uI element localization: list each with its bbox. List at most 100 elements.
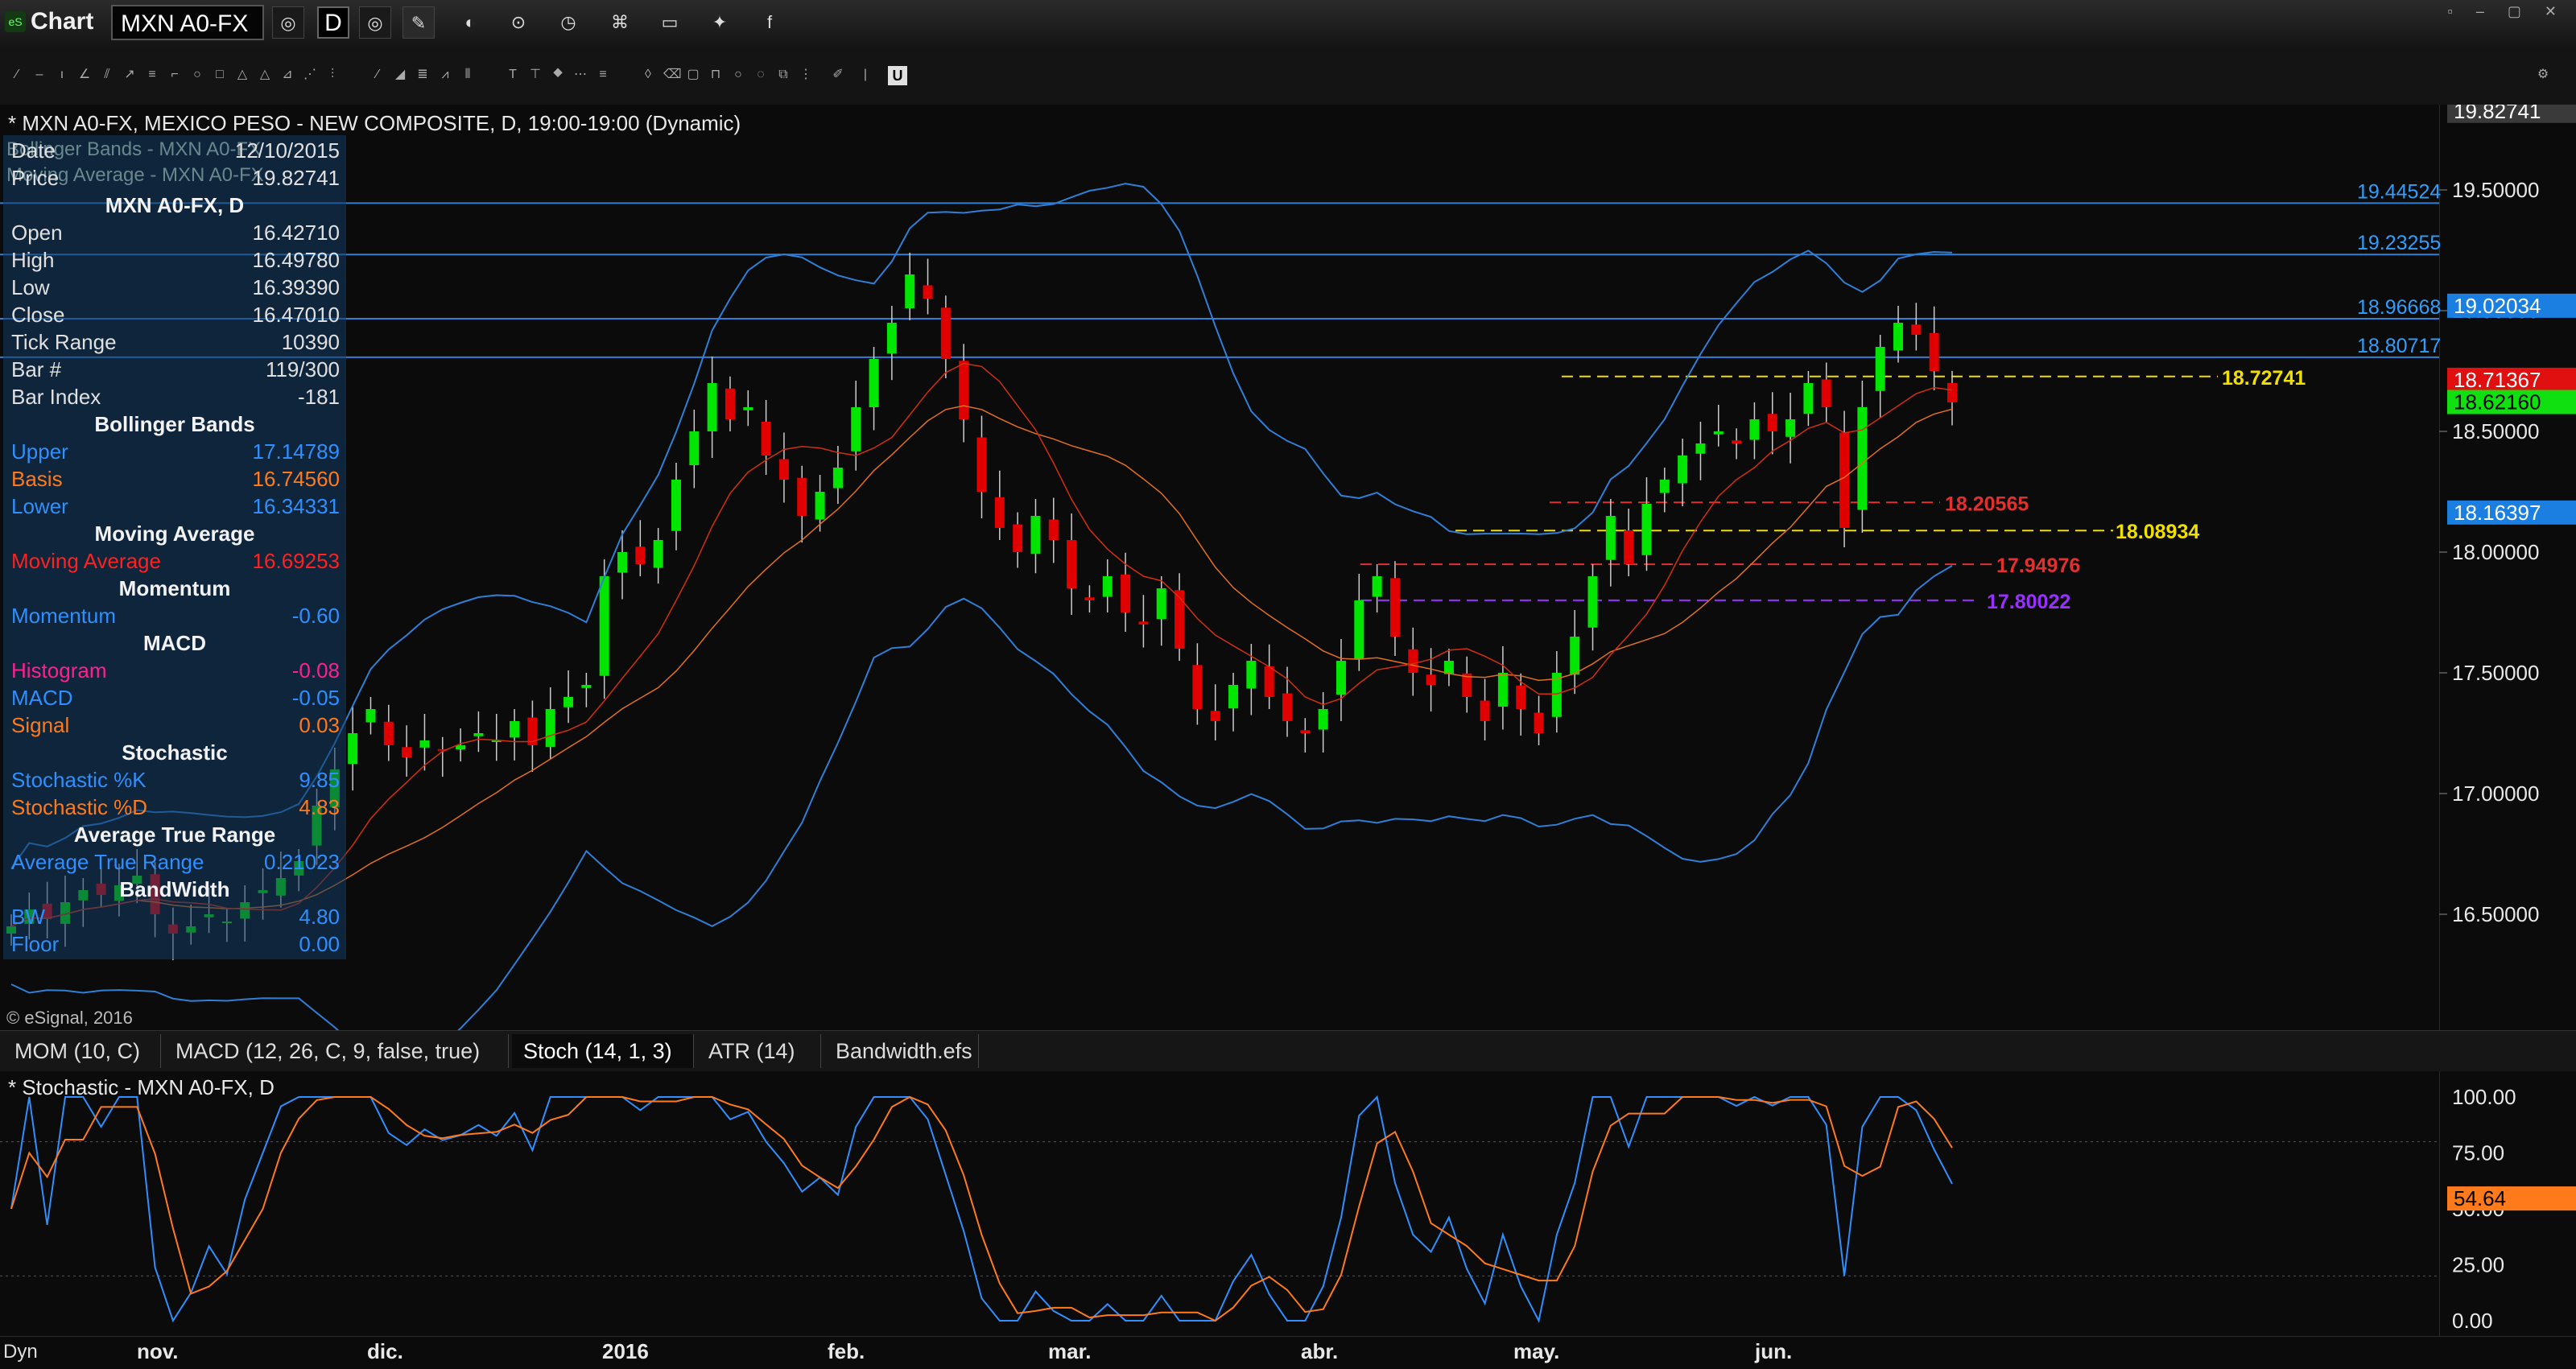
facebook-icon[interactable]: f	[753, 6, 786, 39]
regression-tool-icon[interactable]: ≣	[415, 68, 430, 82]
lock-drawing-icon[interactable]: U	[888, 66, 907, 85]
candle-body	[1013, 524, 1023, 552]
stoch-d-line	[10, 1095, 1953, 1322]
candle-body	[1839, 432, 1850, 528]
dw-section-bw: BandWidth	[119, 877, 230, 901]
cursor-icon[interactable]: ◐	[454, 6, 486, 39]
window-controls[interactable]: ▫ – ▢ ✕	[2448, 3, 2566, 20]
dw-signal: Signal 0.03	[11, 713, 340, 737]
draw-pencil-icon[interactable]: ✎	[402, 6, 435, 39]
dw-section-mom: Momentum	[118, 576, 231, 600]
ellipse-tool-icon[interactable]: ○	[190, 68, 204, 82]
group-tool-icon[interactable]: ◌	[753, 68, 768, 82]
ray-tool-icon[interactable]: ⌐	[167, 68, 182, 82]
candle-body	[1264, 666, 1274, 697]
symbol-link-icon[interactable]: ◎	[272, 6, 304, 39]
dw-histogram: Histogram -0.08	[11, 658, 340, 682]
eraser-tool-icon[interactable]: ⌫	[663, 68, 682, 82]
clone-tool-icon[interactable]: ⧉	[776, 68, 791, 82]
price-tag-last: 18.62160	[2454, 390, 2541, 414]
cycle-tool-icon[interactable]: ⫶	[325, 68, 340, 82]
settings-icon[interactable]: ⚙	[2536, 68, 2550, 82]
price-tick-label: 18.50000	[2452, 419, 2539, 443]
candle-body	[1767, 414, 1777, 431]
price-tag-bb-lower: 18.16397	[2454, 501, 2541, 525]
circle-tool-icon[interactable]: ○	[731, 68, 745, 82]
pitch-tool-icon[interactable]: △	[235, 68, 250, 82]
interval-input[interactable]: D	[317, 6, 349, 39]
twitter-icon[interactable]: ✦	[704, 6, 736, 39]
fibext-tool-icon[interactable]: ⋯	[573, 68, 588, 82]
candle-body	[1121, 574, 1131, 612]
candle-body	[1318, 709, 1328, 730]
candle-body	[797, 477, 807, 516]
copyright: © eSignal, 2016	[6, 1008, 133, 1028]
brush-tool-icon[interactable]: ◊	[641, 68, 655, 82]
props-tool-icon[interactable]: ⋮	[799, 68, 813, 82]
price-tag-bb-upper: 19.02034	[2454, 294, 2541, 318]
stoch-tick-label: 100.00	[2452, 1085, 2516, 1109]
trend-tool-icon[interactable]: ∕	[370, 68, 385, 82]
text-tool-icon[interactable]: T	[506, 68, 520, 82]
rect-tool-icon[interactable]: □	[213, 68, 227, 82]
hline-tool-icon[interactable]: –	[32, 68, 47, 82]
candle-body	[976, 437, 987, 492]
candle-body	[653, 540, 663, 568]
clock-icon[interactable]: ◷	[552, 6, 584, 39]
dw-bw: BW 4.80	[11, 905, 340, 929]
candle-body	[419, 740, 430, 748]
candle-body	[617, 552, 628, 573]
tab-mom[interactable]: MOM (10, C)	[3, 1034, 161, 1068]
level-label: 19.23255	[2357, 232, 2441, 254]
yellow-dash-line-label: 18.72741	[2222, 367, 2306, 390]
dw-lower: Lower 16.34331	[11, 494, 340, 518]
note-tool-icon[interactable]: ⊤	[528, 68, 543, 82]
triangle-tool-icon[interactable]: △	[258, 68, 272, 82]
interval-link-icon[interactable]: ◎	[359, 6, 391, 39]
dynamic-toggle[interactable]: Dyn	[3, 1341, 38, 1363]
candle-body	[1426, 674, 1436, 685]
levels-tool-icon[interactable]: ≡	[596, 68, 610, 82]
candle-body	[1641, 504, 1652, 555]
extend-tool-icon[interactable]: ◢	[393, 68, 407, 82]
crosshair-icon[interactable]: ⊙	[502, 6, 535, 39]
tab-atr[interactable]: ATR (14)	[697, 1034, 821, 1068]
speed-tool-icon[interactable]: ⩘	[438, 68, 452, 82]
tab-macd[interactable]: MACD (12, 26, C, 9, false, true)	[164, 1034, 509, 1068]
candle-body	[1821, 379, 1831, 407]
dw-momentum: Momentum -0.60	[11, 604, 340, 628]
magnet-tool-icon[interactable]: ⊓	[708, 68, 723, 82]
symbol-input[interactable]: MXN A0-FX	[111, 5, 264, 40]
tab-stoch[interactable]: Stoch (14, 1, 3)	[512, 1034, 694, 1068]
box-tool-icon[interactable]: ▢	[686, 68, 700, 82]
bars-tool-icon[interactable]: ⦀	[460, 68, 475, 82]
link-icon[interactable]: ⌘	[604, 6, 636, 39]
candle-body	[1749, 419, 1760, 440]
vline-tool-icon[interactable]: ı	[55, 68, 69, 82]
candle-body	[348, 733, 358, 765]
marker-tool-icon[interactable]: ⯁	[551, 68, 565, 82]
red-dash-line-label: 18.20565	[1945, 493, 2029, 515]
arrow-tool-icon[interactable]: ↗	[122, 68, 137, 82]
channel-tool-icon[interactable]: ⫽	[100, 68, 114, 82]
candle-body	[1893, 323, 1904, 351]
tab-bandwidth[interactable]: Bandwidth.efs	[824, 1034, 979, 1068]
candle-body	[1389, 578, 1400, 637]
gann-tool-icon[interactable]: ⊿	[280, 68, 295, 82]
candle-body	[1084, 597, 1095, 600]
dw-stoch-d: Stochastic %D 4.83	[11, 795, 340, 819]
indicator-tabs: MOM (10, C) MACD (12, 26, C, 9, false, t…	[0, 1030, 2576, 1072]
line-tool-icon[interactable]: ⁄	[10, 68, 24, 82]
fib-tool-icon[interactable]: ≡	[145, 68, 159, 82]
month-label: may.	[1513, 1339, 1560, 1363]
app-logo-icon: eS	[5, 11, 26, 32]
fan-tool-icon[interactable]: ⋰	[303, 68, 317, 82]
dw-section-stoch: Stochastic	[122, 740, 228, 765]
candle-body	[778, 459, 789, 480]
highlighter-tool-icon[interactable]: ✐	[831, 68, 845, 82]
angle-tool-icon[interactable]: ∠	[77, 68, 92, 82]
chat-icon[interactable]: ▭	[654, 6, 686, 39]
candle-body	[1570, 637, 1580, 675]
candle-body	[851, 407, 861, 452]
stoch-tick-label: 0.00	[2452, 1309, 2493, 1333]
